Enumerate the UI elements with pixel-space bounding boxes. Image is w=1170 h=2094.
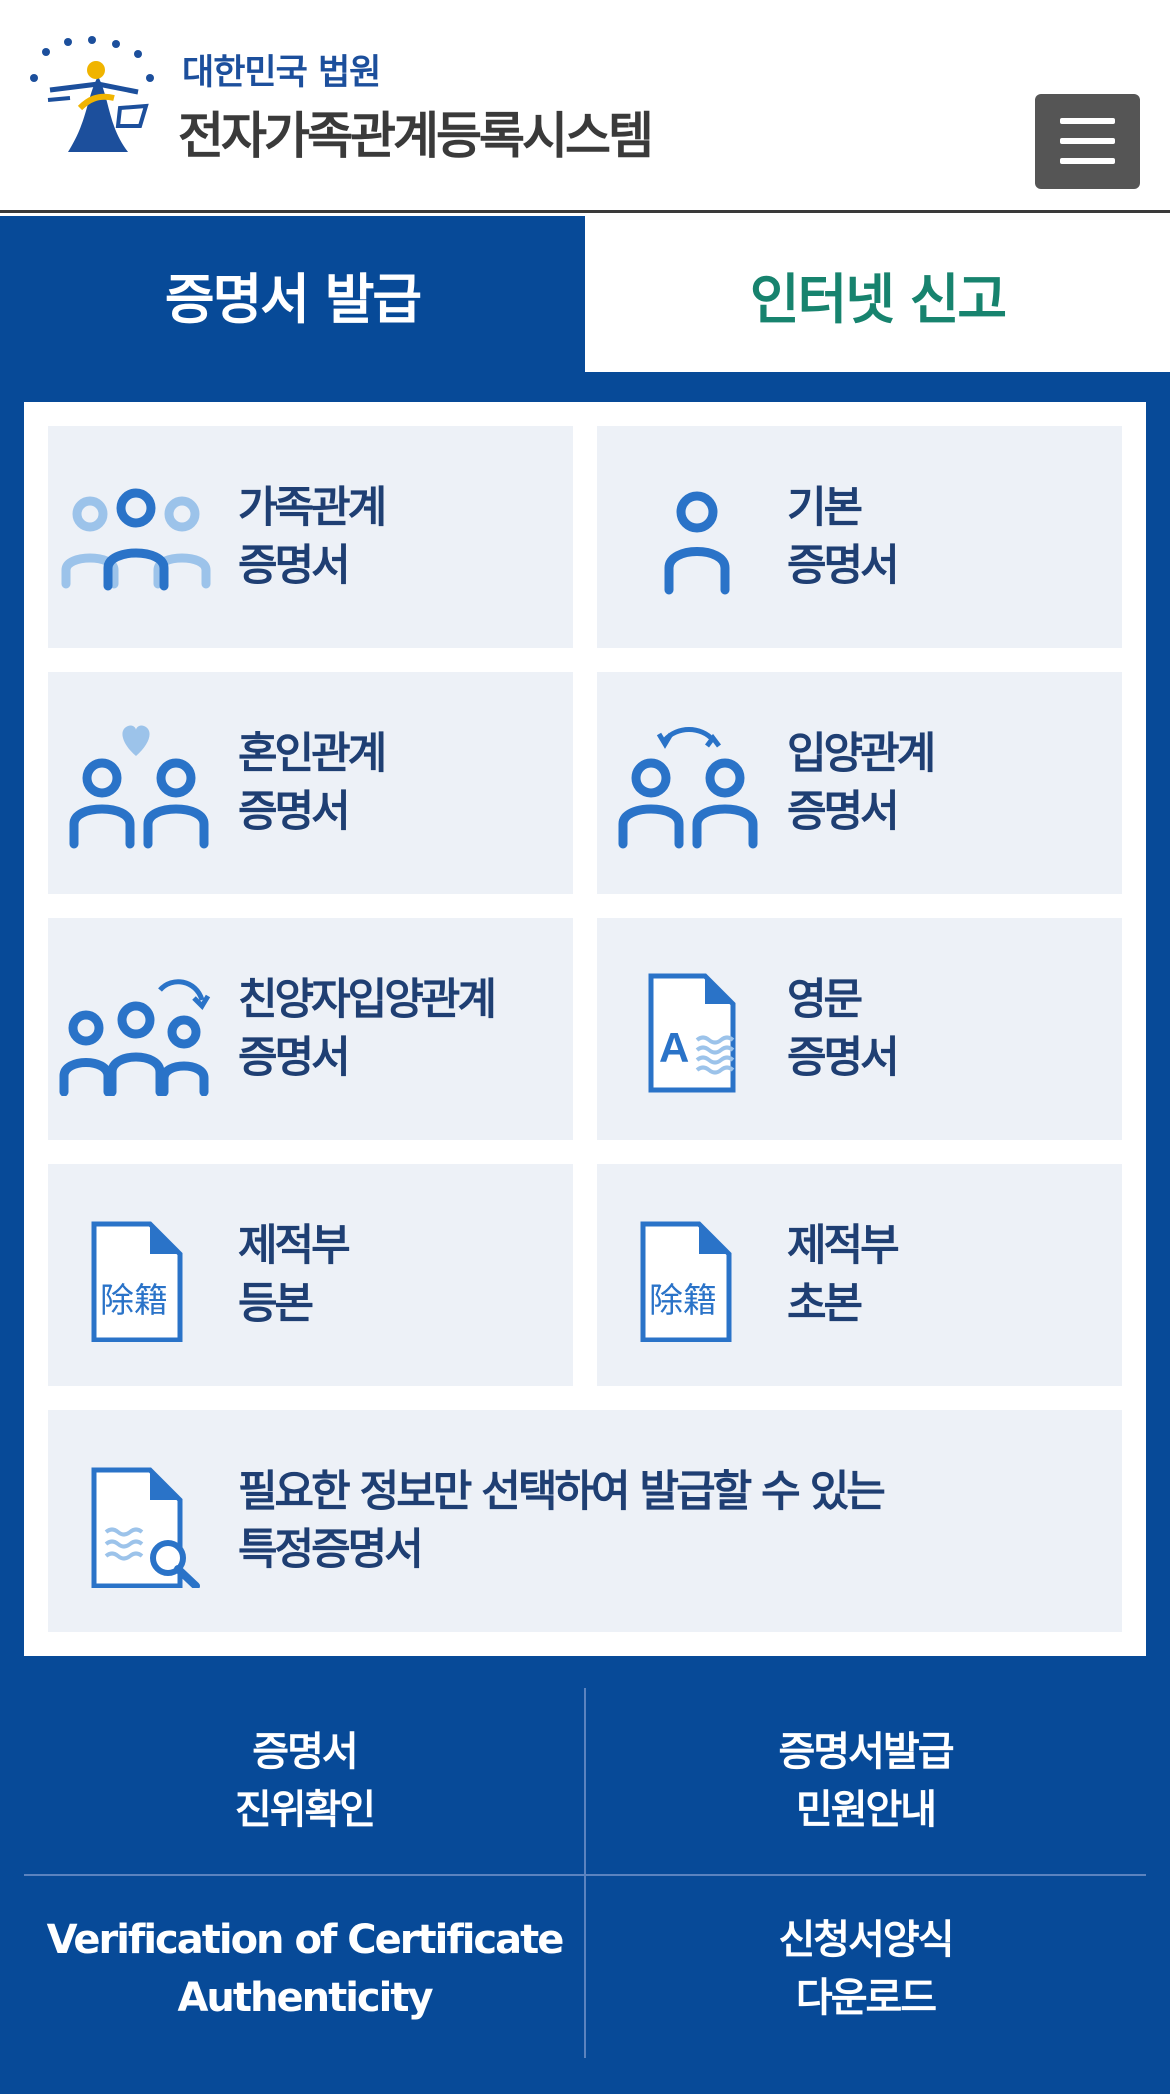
family-group-icon — [61, 488, 211, 591]
card-specific-certificate[interactable]: 필요한 정보만 선택하여 발급할 수 있는 특정증명서 — [48, 1410, 1122, 1632]
card-family-relation-certificate[interactable]: 가족관계 증명서 — [48, 426, 573, 648]
menu-bar — [1060, 118, 1115, 124]
svg-text:A: A — [659, 1024, 689, 1071]
header: 대한민국 법원 전자가족관계등록시스템 — [0, 0, 1170, 213]
card-basic-certificate[interactable]: 기본 증명서 — [597, 426, 1122, 648]
english-document-icon: A — [648, 973, 736, 1093]
badge-text: 除籍 — [649, 1281, 717, 1321]
certificate-verification-link[interactable]: 증명서 진위확인 — [24, 1688, 585, 1874]
couple-heart-icon — [69, 725, 209, 849]
card-label: 가족관계 증명서 — [238, 483, 387, 591]
form-download-link[interactable]: 신청서양식 다운로드 — [585, 1876, 1146, 2062]
card-label: 기본 증명서 — [787, 483, 900, 591]
english-verification-link[interactable]: Verification of Certificate Authenticity — [24, 1876, 585, 2062]
card-label: 입양관계 증명서 — [787, 729, 936, 837]
court-logo-icon[interactable] — [28, 30, 158, 160]
card-label: 혼인관계 증명서 — [238, 729, 387, 837]
badge-text: 除籍 — [100, 1281, 168, 1321]
menu-bar — [1060, 138, 1115, 144]
removed-register-document-icon: 除籍 — [91, 1221, 183, 1342]
main-content: 증명서 발급 인터넷 신고 가족관계 증명서 기본 증명서 혼인관계 증명서 입… — [0, 216, 1170, 2094]
brand-title[interactable]: 전자가족관계등록시스템 — [178, 96, 654, 168]
card-label: 제적부 초본 — [787, 1221, 900, 1329]
removed-register-document-icon: 除籍 — [640, 1221, 732, 1342]
tab-internet-report[interactable]: 인터넷 신고 — [585, 216, 1170, 372]
card-english-certificate[interactable]: A 영문 증명서 — [597, 918, 1122, 1140]
single-person-icon — [664, 491, 730, 595]
family-arrow-icon — [59, 979, 211, 1096]
certificate-menu-panel: 가족관계 증명서 기본 증명서 혼인관계 증명서 입양관계 증명서 친양자입양관… — [24, 402, 1146, 1656]
card-label: 필요한 정보만 선택하여 발급할 수 있는 특정증명서 — [238, 1467, 886, 1575]
card-label: 친양자입양관계 증명서 — [238, 975, 497, 1083]
card-marriage-certificate[interactable]: 혼인관계 증명서 — [48, 672, 573, 894]
card-label: 영문 증명서 — [787, 975, 900, 1083]
brand-subtitle: 대한민국 법원 — [182, 53, 381, 93]
card-label: 제적부 등본 — [238, 1221, 351, 1329]
card-removed-register-abstract[interactable]: 除籍 제적부 초본 — [597, 1164, 1122, 1386]
card-removed-register-full-copy[interactable]: 除籍 제적부 등본 — [48, 1164, 573, 1386]
menu-bar — [1060, 158, 1115, 164]
card-full-adoption-certificate[interactable]: 친양자입양관계 증명서 — [48, 918, 573, 1140]
footer-links: 증명서 진위확인 증명서발급 민원안내 Verification of Certif… — [24, 1688, 1146, 2078]
certificate-issuance-guide-link[interactable]: 증명서발급 민원안내 — [585, 1688, 1146, 1874]
card-adoption-certificate[interactable]: 입양관계 증명서 — [597, 672, 1122, 894]
tab-certificate-issue[interactable]: 증명서 발급 — [0, 216, 585, 372]
adoption-swap-icon — [618, 727, 758, 849]
document-search-icon — [91, 1467, 200, 1588]
hamburger-menu-button[interactable] — [1035, 94, 1140, 189]
